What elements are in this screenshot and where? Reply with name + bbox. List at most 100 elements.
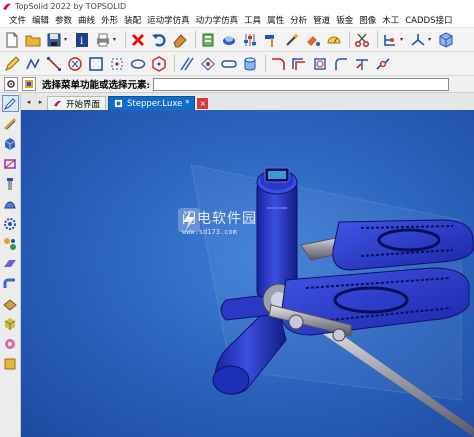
undo-icon[interactable] [150, 31, 168, 49]
delete-icon[interactable] [129, 31, 147, 49]
tree-dropdown-icon[interactable]: ▾ [400, 36, 406, 43]
menu-kinematics[interactable]: 运动学仿真 [147, 14, 190, 26]
command-prompt: 选择菜单功能或选择元素: [42, 80, 151, 91]
cylinder-icon[interactable] [241, 55, 259, 73]
settings-gear-icon[interactable] [4, 77, 18, 91]
square-icon[interactable] [87, 55, 105, 73]
tab-stepper-luxe[interactable]: Stepper.Luxe * [108, 96, 196, 110]
save-icon[interactable] [45, 31, 63, 49]
tab-scroll-right-icon[interactable]: ▸ [35, 96, 46, 108]
tab-start-page[interactable]: 开始界面 [47, 96, 107, 110]
menu-dynamics[interactable]: 动力学仿真 [196, 14, 239, 26]
eraser-icon[interactable] [171, 31, 189, 49]
command-help-icon[interactable] [22, 77, 36, 91]
cube-view-icon[interactable] [437, 31, 455, 49]
point-grid-icon[interactable] [108, 55, 126, 73]
menu-cadds[interactable]: CADDS接口 [405, 14, 452, 26]
toolbar-separator [349, 31, 350, 48]
info-icon[interactable]: i [73, 31, 91, 49]
menu-assembly[interactable]: 装配 [124, 14, 141, 26]
save-dropdown-icon[interactable]: ▾ [64, 36, 70, 43]
gauge-icon[interactable] [325, 31, 343, 49]
svg-text:i: i [80, 36, 83, 47]
pipe-mode-icon[interactable] [2, 275, 19, 292]
axes-icon[interactable] [409, 31, 427, 49]
ellipse-icon[interactable] [129, 55, 147, 73]
tab-label: 开始界面 [66, 99, 101, 110]
close-tab-icon[interactable]: × [197, 98, 209, 109]
menu-parameters[interactable]: 参数 [55, 14, 72, 26]
sketch-mode-icon[interactable] [1, 95, 19, 112]
menu-edit[interactable]: 编辑 [32, 14, 49, 26]
solid-mode-icon[interactable] [2, 135, 19, 152]
hexagon-icon[interactable] [150, 55, 168, 73]
chain-icon[interactable] [374, 55, 392, 73]
document-tab-bar: ◂ ▸ 开始界面 Stepper.Luxe * × [21, 93, 474, 110]
assembly-mode-icon[interactable] [2, 235, 19, 252]
topsolid-logo-icon [53, 100, 62, 107]
axes-dropdown-icon[interactable]: ▾ [428, 36, 434, 43]
menu-tools[interactable]: 工具 [244, 14, 261, 26]
paint-icon[interactable] [304, 31, 322, 49]
tab-scroll-left-icon[interactable]: ◂ [23, 96, 34, 108]
layers-icon[interactable] [199, 31, 217, 49]
trim-icon[interactable] [353, 55, 371, 73]
menu-file[interactable]: 文件 [9, 14, 26, 26]
scissors-icon[interactable] [353, 31, 371, 49]
hex-bolt-icon[interactable] [311, 55, 329, 73]
menu-image[interactable]: 图像 [359, 14, 376, 26]
offset-icon[interactable] [290, 55, 308, 73]
tool-mode-icon[interactable] [2, 175, 19, 192]
render-icon[interactable] [220, 31, 238, 49]
menu-sheet-metal[interactable]: 钣金 [336, 14, 353, 26]
toolbar-separator [195, 31, 196, 48]
line-icon[interactable] [45, 55, 63, 73]
slash-icon[interactable] [178, 55, 196, 73]
watermark: 闪电软件园 www.sd173.com [178, 208, 257, 236]
print-icon[interactable] [94, 31, 112, 49]
assembly-doc-icon [114, 99, 123, 108]
pencil-icon[interactable] [3, 55, 21, 73]
menu-analysis[interactable]: 分析 [290, 14, 307, 26]
left-toolbar [0, 93, 21, 437]
shape-mode-icon[interactable] [2, 195, 19, 212]
command-input[interactable] [153, 77, 450, 91]
menu-wood[interactable]: 木工 [382, 14, 399, 26]
polyline-icon[interactable] [24, 55, 42, 73]
diamond-point-icon[interactable] [199, 55, 217, 73]
title-bar: TopSolid 2022 by TOPSOLID [0, 0, 474, 13]
drafting-mode-icon[interactable] [2, 155, 19, 172]
sliders-icon[interactable] [241, 31, 259, 49]
menu-shape[interactable]: 外形 [101, 14, 118, 26]
stepper-model [190, 164, 474, 437]
slot-icon[interactable] [220, 55, 238, 73]
hammer-icon[interactable] [262, 31, 280, 49]
circle-x-icon[interactable] [66, 55, 84, 73]
mold-mode-icon[interactable] [2, 335, 19, 352]
sketch-toolbar [0, 52, 474, 76]
new-file-icon[interactable] [3, 31, 21, 49]
electrode-mode-icon[interactable] [2, 315, 19, 332]
fillet-icon[interactable] [332, 55, 350, 73]
toolbar-separator [125, 31, 126, 48]
tree-icon[interactable] [381, 31, 399, 49]
toolbar-separator [265, 55, 266, 72]
menu-pipes[interactable]: 管道 [313, 14, 330, 26]
menu-attributes[interactable]: 属性 [267, 14, 284, 26]
wood-mode-icon[interactable] [2, 295, 19, 312]
main-toolbar: ▾ i ▾ ▾ ▾ [0, 28, 474, 52]
app-window: TopSolid 2022 by TOPSOLID 文件 编辑 参数 曲线 外形… [0, 0, 474, 437]
wand-icon[interactable] [283, 31, 301, 49]
arc-icon[interactable] [269, 55, 287, 73]
curve-mode-icon[interactable] [2, 115, 19, 132]
command-bar: 选择菜单功能或选择元素: [0, 76, 474, 93]
3d-viewport[interactable]: 闪电软件园 www.sd173.com [21, 110, 474, 437]
gear-mode-icon[interactable] [2, 215, 19, 232]
print-dropdown-icon[interactable]: ▾ [113, 36, 119, 43]
box-mode-icon[interactable] [2, 355, 19, 372]
toolbar-separator [377, 31, 378, 48]
window-title: TopSolid 2022 by TOPSOLID [15, 2, 127, 11]
menu-curves[interactable]: 曲线 [78, 14, 95, 26]
sheet-metal-mode-icon[interactable] [2, 255, 19, 272]
open-folder-icon[interactable] [24, 31, 42, 49]
